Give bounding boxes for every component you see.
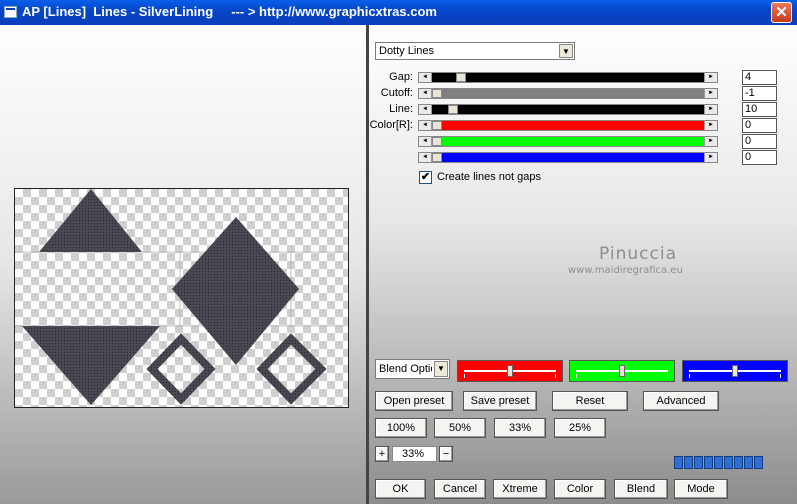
line-slider-track[interactable] [432, 105, 704, 114]
zoom-100-button[interactable]: 100% [375, 418, 427, 438]
cutoff-label: Cutoff: [380, 87, 413, 99]
diamond-outline-small-2 [256, 333, 327, 405]
color-b-slider-track[interactable] [432, 153, 704, 162]
cutoff-slider[interactable]: ◄ ► [418, 88, 718, 99]
mode-button[interactable]: Mode [674, 479, 728, 499]
color-g-value-field[interactable]: 0 [742, 134, 777, 149]
triangle-up-shape [39, 189, 142, 252]
preview-artwork [15, 189, 348, 405]
open-preset-button[interactable]: Open preset [375, 391, 453, 411]
zoom-out-button[interactable]: − [439, 446, 453, 462]
progress-indicator [674, 456, 764, 471]
ok-button[interactable]: OK [375, 479, 426, 499]
blend-red-slider[interactable] [457, 360, 563, 382]
line-value-field[interactable]: 10 [742, 102, 777, 117]
arrow-right-icon[interactable]: ► [704, 153, 717, 162]
color-g-slider-track[interactable] [432, 137, 704, 146]
preview-panel [0, 25, 366, 504]
progress-segment [684, 456, 693, 469]
color-r-value-field[interactable]: 0 [742, 118, 777, 133]
title-bar: AP [Lines] Lines - SilverLining --- > ht… [0, 0, 797, 25]
blend-blue-slider[interactable] [682, 360, 788, 382]
line-slider-thumb[interactable] [448, 105, 458, 114]
slider-thumb[interactable] [619, 365, 625, 377]
preview-canvas[interactable] [14, 188, 349, 408]
color-button[interactable]: Color [554, 479, 606, 499]
arrow-left-icon[interactable]: ◄ [419, 89, 432, 98]
triangle-down-shape [22, 326, 160, 405]
gap-slider[interactable]: ◄ ► [418, 72, 718, 83]
color-g-slider[interactable]: ◄ ► [418, 136, 718, 147]
color-b-value-field[interactable]: 0 [742, 150, 777, 165]
progress-segment [744, 456, 753, 469]
zoom-value-field[interactable]: 33% [392, 446, 437, 462]
color-b-slider[interactable]: ◄ ► [418, 152, 718, 163]
diamond-outline-small-1 [146, 333, 216, 405]
reset-button[interactable]: Reset [552, 391, 628, 411]
arrow-right-icon[interactable]: ► [704, 73, 717, 82]
progress-segment [694, 456, 703, 469]
watermark-name: Pinuccia [599, 244, 677, 264]
color-r-label: Color[R]: [369, 119, 413, 131]
progress-segment [754, 456, 763, 469]
gap-value-field[interactable]: 4 [742, 70, 777, 85]
line-slider[interactable]: ◄ ► [418, 104, 718, 115]
preset-dropdown[interactable]: Dotty Lines ▼ [375, 42, 575, 60]
color-g-slider-thumb[interactable] [432, 137, 442, 146]
arrow-left-icon[interactable]: ◄ [419, 73, 432, 82]
advanced-button[interactable]: Advanced [643, 391, 719, 411]
create-lines-checkbox[interactable]: ✔ [419, 171, 432, 184]
color-r-slider-thumb[interactable] [432, 121, 442, 130]
diamond-large-shape [172, 217, 299, 365]
arrow-right-icon[interactable]: ► [704, 105, 717, 114]
progress-segment [734, 456, 743, 469]
cancel-button[interactable]: Cancel [434, 479, 486, 499]
gap-label: Gap: [389, 71, 413, 83]
chevron-down-icon[interactable]: ▼ [559, 44, 573, 58]
slider-thumb[interactable] [732, 365, 738, 377]
arrow-right-icon[interactable]: ► [704, 137, 717, 146]
zoom-33-button[interactable]: 33% [494, 418, 546, 438]
arrow-right-icon[interactable]: ► [704, 121, 717, 130]
arrow-left-icon[interactable]: ◄ [419, 105, 432, 114]
slider-thumb[interactable] [507, 365, 513, 377]
cutoff-value-field[interactable]: -1 [742, 86, 777, 101]
create-lines-label: Create lines not gaps [437, 171, 541, 183]
window-title: AP [Lines] Lines - SilverLining --- > ht… [22, 4, 437, 19]
cutoff-slider-track[interactable] [432, 89, 704, 98]
cutoff-slider-thumb[interactable] [432, 89, 442, 98]
zoom-50-button[interactable]: 50% [434, 418, 486, 438]
blend-green-slider[interactable] [569, 360, 675, 382]
blend-options-value: Blend Optio [379, 363, 432, 375]
arrow-right-icon[interactable]: ► [704, 89, 717, 98]
zoom-in-button[interactable]: + [375, 446, 389, 462]
save-preset-button[interactable]: Save preset [463, 391, 537, 411]
gap-slider-thumb[interactable] [456, 73, 466, 82]
progress-segment [714, 456, 723, 469]
color-r-slider-track[interactable] [432, 121, 704, 130]
line-label: Line: [389, 103, 413, 115]
progress-segment [704, 456, 713, 469]
blend-options-dropdown[interactable]: Blend Optio ▼ [375, 359, 450, 379]
xtreme-button[interactable]: Xtreme [493, 479, 547, 499]
zoom-25-button[interactable]: 25% [554, 418, 606, 438]
arrow-left-icon[interactable]: ◄ [419, 121, 432, 130]
controls-panel: Dotty Lines ▼ Gap: ◄ ► 4 Cutoff: ◄ ► -1 Line: ◄ ► 1… [369, 25, 797, 504]
progress-segment [724, 456, 733, 469]
arrow-left-icon[interactable]: ◄ [419, 153, 432, 162]
color-b-slider-thumb[interactable] [432, 153, 442, 162]
arrow-left-icon[interactable]: ◄ [419, 137, 432, 146]
gap-slider-track[interactable] [432, 73, 704, 82]
color-r-slider[interactable]: ◄ ► [418, 120, 718, 131]
watermark-url: www.maidiregrafica.eu [568, 265, 683, 276]
app-icon [4, 6, 17, 18]
chevron-down-icon[interactable]: ▼ [434, 361, 448, 377]
blend-button[interactable]: Blend [614, 479, 668, 499]
preset-dropdown-value: Dotty Lines [379, 45, 435, 57]
close-button[interactable]: ✕ [771, 2, 792, 23]
progress-segment [674, 456, 683, 469]
